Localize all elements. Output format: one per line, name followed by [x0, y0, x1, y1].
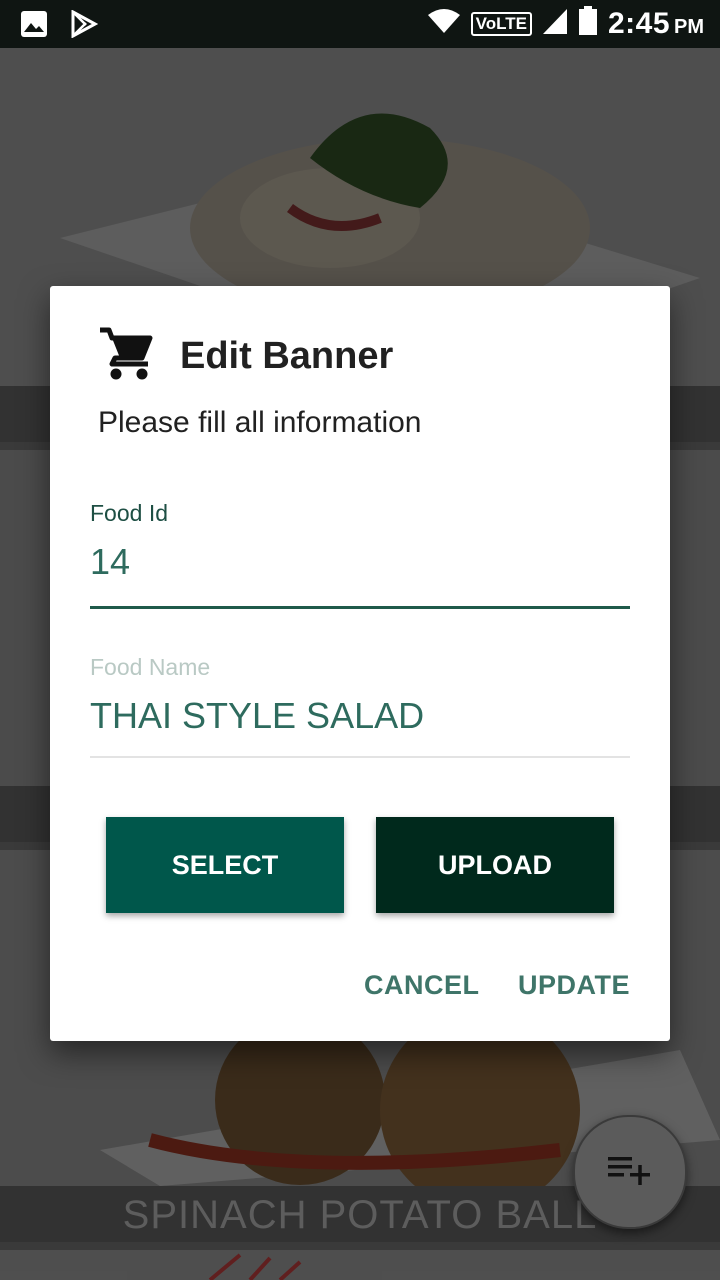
food-name-label: Food Name	[90, 654, 211, 680]
play-store-icon	[70, 9, 99, 43]
food-name-input[interactable]: THAI STYLE SALAD	[90, 695, 630, 737]
food-name-underline	[90, 756, 630, 758]
playlist-add-icon	[608, 1154, 652, 1191]
food-id-label: Food Id	[90, 500, 168, 526]
image-icon	[20, 10, 48, 43]
food-id-input[interactable]: 14	[90, 541, 630, 583]
cart-icon	[98, 326, 156, 387]
clock-ampm: PM	[674, 15, 704, 38]
add-to-list-fab[interactable]	[573, 1115, 687, 1229]
wifi-icon	[427, 8, 461, 39]
dialog-header: Edit Banner	[98, 326, 393, 387]
food-id-underline	[90, 606, 630, 609]
edit-banner-dialog: Edit Banner Please fill all information …	[50, 286, 670, 1041]
clock-time: 2:45	[607, 6, 670, 40]
status-bar: VoLTE 2:45 PM	[0, 0, 720, 48]
cancel-button[interactable]: CANCEL	[364, 970, 480, 1001]
signal-icon	[542, 7, 568, 40]
food-name-field[interactable]: Food Name THAI STYLE SALAD	[90, 654, 630, 758]
food-id-field[interactable]: Food Id 14	[90, 500, 630, 609]
volte-badge: VoLTE	[470, 11, 532, 36]
dialog-subtitle: Please fill all information	[98, 406, 422, 439]
upload-button[interactable]: UPLOAD	[376, 817, 614, 913]
dialog-title: Edit Banner	[180, 335, 394, 377]
select-button[interactable]: SELECT	[106, 817, 344, 913]
update-button[interactable]: UPDATE	[518, 970, 630, 1001]
battery-icon	[578, 6, 598, 41]
